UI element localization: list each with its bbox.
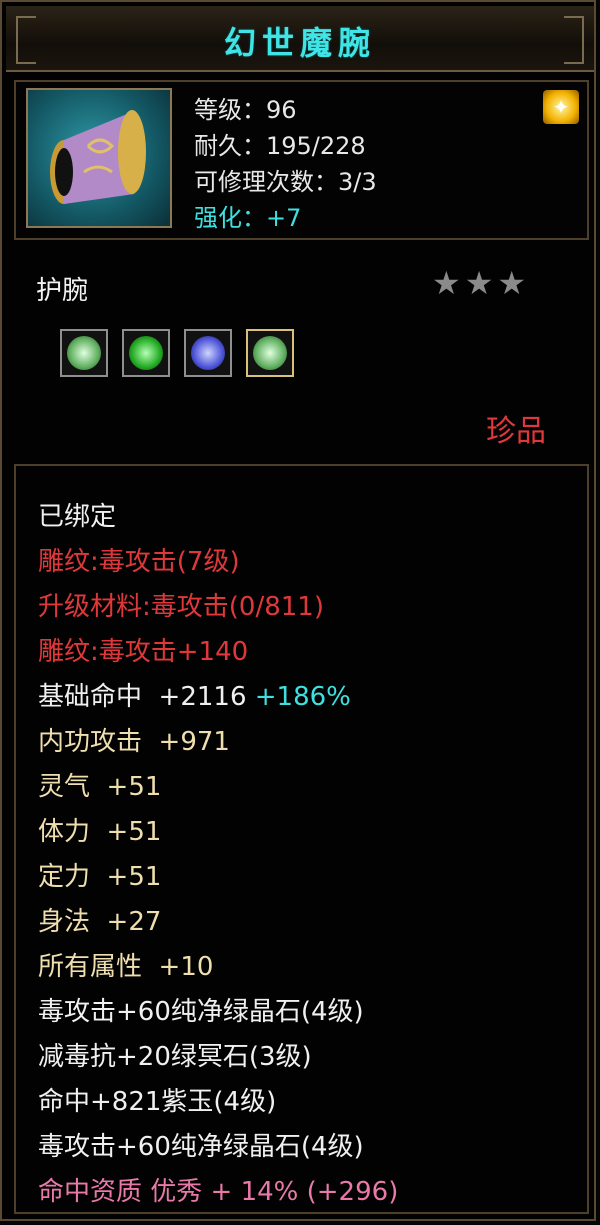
gem-socket-1[interactable] <box>60 329 108 377</box>
gem-socket-2[interactable] <box>122 329 170 377</box>
gem-socket-3[interactable] <box>184 329 232 377</box>
rarity-label: 珍品 <box>486 414 546 449</box>
gem-effect-line-4: 毒攻击+60纯净绿晶石(4级) <box>38 1132 364 1162</box>
purple-jade-icon <box>191 336 225 370</box>
title-ornament-right <box>564 16 584 64</box>
inner-attack-line: 内功攻击 +971 <box>38 727 230 757</box>
item-tooltip: 幻世魔腕 等级：96 耐久：195/228 可修理次数：3/3 强化：+7 ✦ … <box>0 0 596 1221</box>
enhance-stat: 强化：+7 <box>194 204 302 232</box>
gem-effect-line-1: 毒攻击+60纯净绿晶石(4级) <box>38 997 364 1027</box>
green-crystal-icon <box>67 336 101 370</box>
durability-stat: 耐久：195/228 <box>194 132 366 160</box>
all-attributes-line: 所有属性 +10 <box>38 952 214 982</box>
upgrade-material-line: 升级材料:毒攻击(0/811) <box>38 592 324 622</box>
star-rating: ★★★ <box>432 264 531 302</box>
gem-effect-line-2: 减毒抗+20绿冥石(3级) <box>38 1042 312 1072</box>
gold-badge-icon: ✦ <box>543 90 579 124</box>
slot-type: 护腕 <box>36 276 89 306</box>
bound-status: 已绑定 <box>38 502 117 532</box>
focus-line: 定力 +51 <box>38 862 162 892</box>
attribute-panel: 已绑定 雕纹:毒攻击(7级) 升级材料:毒攻击(0/811) 雕纹:毒攻击+14… <box>14 464 589 1214</box>
hit-aptitude-line: 命中资质 优秀 + 14% (+296) <box>38 1177 399 1207</box>
item-title: 幻世魔腕 <box>223 24 376 62</box>
repair-count-stat: 可修理次数：3/3 <box>194 168 377 196</box>
spirit-line: 灵气 +51 <box>38 772 162 802</box>
level-stat: 等级：96 <box>194 96 297 124</box>
bracer-item-icon <box>26 88 172 228</box>
agility-line: 身法 +27 <box>38 907 162 937</box>
gem-socket-4[interactable] <box>246 329 294 377</box>
base-hit-line: 基础命中 +2116 +186% <box>38 676 351 713</box>
gem-effect-line-3: 命中+821紫玉(4级) <box>38 1087 277 1117</box>
base-hit-percent: +186% <box>254 682 351 712</box>
base-hit-value: 基础命中 +2116 <box>38 682 247 712</box>
green-jade-icon <box>129 336 163 370</box>
item-info-panel: 等级：96 耐久：195/228 可修理次数：3/3 强化：+7 ✦ <box>14 80 589 240</box>
engrave-line-2: 雕纹:毒攻击+140 <box>38 637 249 667</box>
stamina-line: 体力 +51 <box>38 817 162 847</box>
green-crystal-icon <box>253 336 287 370</box>
title-bar: 幻世魔腕 <box>6 6 594 72</box>
engrave-line-1: 雕纹:毒攻击(7级) <box>38 547 240 577</box>
